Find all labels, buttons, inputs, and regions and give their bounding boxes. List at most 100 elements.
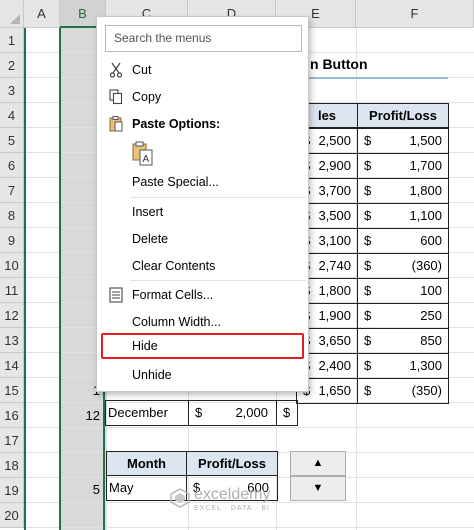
- cell-d16[interactable]: $ 2,000: [188, 400, 277, 426]
- row-header-14[interactable]: 14: [0, 353, 24, 378]
- currency-symbol: $: [364, 183, 372, 198]
- row-header-10[interactable]: 10: [0, 253, 24, 278]
- sales-value: 3,650: [318, 333, 351, 348]
- paste-icon[interactable]: A: [131, 141, 155, 167]
- context-menu: Search the menus Cut Copy Paste Options:…: [96, 16, 309, 392]
- title-underline: [296, 77, 448, 79]
- row-header-5[interactable]: 5: [0, 128, 24, 153]
- profit-loss-value: 1,700: [409, 158, 442, 173]
- watermark-tagline: EXCEL · DATA · BI: [194, 505, 270, 512]
- watermark-logo-icon: [170, 488, 190, 508]
- row-header-15[interactable]: 15: [0, 378, 24, 403]
- sales-value: 1,900: [318, 308, 351, 323]
- row-header-7[interactable]: 7: [0, 178, 24, 203]
- lookup-profit-loss-header: Profit/Loss: [186, 451, 278, 476]
- profit-loss-value: 1,500: [409, 133, 442, 148]
- lookup-month-header: Month: [106, 451, 187, 476]
- format-cells-icon: [107, 282, 125, 312]
- menu-item-cut-label: Cut: [132, 63, 152, 77]
- menu-item-copy[interactable]: Copy: [97, 84, 308, 110]
- profit-loss-cell[interactable]: $ (360): [357, 253, 449, 279]
- profit-loss-cell[interactable]: $1,500: [357, 128, 449, 154]
- row-header-17[interactable]: 17: [0, 428, 24, 453]
- sales-value: 2,500: [318, 133, 351, 148]
- menu-separator: [130, 280, 306, 281]
- profit-loss-value: 850: [420, 333, 442, 348]
- row-header-9[interactable]: 9: [0, 228, 24, 253]
- profit-loss-value: 1,100: [409, 208, 442, 223]
- currency-symbol: $: [364, 333, 372, 348]
- currency-symbol: $: [364, 383, 372, 398]
- profit-loss-cell[interactable]: $1,800: [357, 178, 449, 204]
- cell-d16-value: 2,000: [235, 405, 268, 420]
- copy-icon: [107, 84, 125, 114]
- currency-symbol: $: [364, 233, 372, 248]
- currency-symbol: $: [364, 208, 372, 223]
- profit-loss-value: 600: [420, 233, 442, 248]
- column-header-f[interactable]: F: [356, 0, 474, 28]
- profit-loss-cell[interactable]: $1,100: [357, 203, 449, 229]
- menu-item-paste-special-label: Paste Special...: [132, 175, 219, 189]
- spin-up-button[interactable]: ▲: [290, 451, 346, 476]
- menu-item-clear-contents[interactable]: Clear Contents: [97, 253, 308, 279]
- menu-item-hide[interactable]: Hide: [97, 333, 308, 359]
- row-header-1[interactable]: 1: [0, 28, 24, 53]
- cell-e16[interactable]: $: [276, 400, 298, 426]
- menu-item-column-width[interactable]: Column Width...: [97, 309, 308, 335]
- sales-value: 2,900: [318, 158, 351, 173]
- menu-item-format-cells[interactable]: Format Cells...: [97, 282, 308, 308]
- svg-text:A: A: [143, 154, 150, 165]
- row-header-3[interactable]: 3: [0, 78, 24, 103]
- clipboard-icon: [107, 111, 125, 141]
- menu-item-unhide[interactable]: Unhide: [97, 362, 308, 388]
- sales-value: 2,400: [318, 358, 351, 373]
- currency-symbol: $: [364, 308, 372, 323]
- profit-loss-cell[interactable]: $ (350): [357, 378, 449, 404]
- sheet-title: n Button: [310, 56, 368, 72]
- scissors-icon: [107, 57, 125, 87]
- paste-options-heading: Paste Options:: [97, 111, 308, 137]
- sales-value: 1,800: [318, 283, 351, 298]
- select-all-corner[interactable]: [0, 0, 24, 28]
- row-header-6[interactable]: 6: [0, 153, 24, 178]
- profit-loss-value: (350): [411, 383, 442, 398]
- menu-item-copy-label: Copy: [132, 90, 162, 104]
- row-header-11[interactable]: 11: [0, 278, 24, 303]
- row-header-4[interactable]: 4: [0, 103, 24, 128]
- profit-loss-value: 100: [420, 283, 442, 298]
- sales-value: 3,100: [318, 233, 351, 248]
- sales-value: 3,700: [318, 183, 351, 198]
- menu-search-input[interactable]: Search the menus: [105, 25, 302, 52]
- row-header-13[interactable]: 13: [0, 328, 24, 353]
- currency-symbol: $: [364, 258, 372, 273]
- row-header-2[interactable]: 2: [0, 53, 24, 78]
- currency-symbol: $: [364, 358, 372, 373]
- cell-c16[interactable]: December: [105, 400, 189, 426]
- profit-loss-cell[interactable]: $100: [357, 278, 449, 304]
- profit-loss-value: 1,800: [409, 183, 442, 198]
- currency-symbol: $: [364, 283, 372, 298]
- currency-symbol: $: [283, 405, 291, 420]
- row-header-18[interactable]: 18: [0, 453, 24, 478]
- row-header-20[interactable]: 20: [0, 503, 24, 528]
- menu-item-column-width-label: Column Width...: [132, 315, 221, 329]
- profit-loss-value: (360): [411, 258, 442, 273]
- profit-loss-value: 1,300: [409, 358, 442, 373]
- currency-symbol: $: [364, 133, 372, 148]
- profit-loss-cell[interactable]: $850: [357, 328, 449, 354]
- profit-loss-cell[interactable]: $1,700: [357, 153, 449, 179]
- row-header-8[interactable]: 8: [0, 203, 24, 228]
- menu-item-paste-special[interactable]: Paste Special...: [97, 169, 308, 195]
- menu-item-cut[interactable]: Cut: [97, 57, 308, 83]
- menu-item-insert[interactable]: Insert: [97, 199, 308, 225]
- column-header-a[interactable]: A: [24, 0, 60, 28]
- profit-loss-cell[interactable]: $250: [357, 303, 449, 329]
- profit-loss-cell[interactable]: $600: [357, 228, 449, 254]
- row-header-19[interactable]: 19: [0, 478, 24, 503]
- profit-loss-value: 250: [420, 308, 442, 323]
- menu-item-delete[interactable]: Delete: [97, 226, 308, 252]
- row-header-12[interactable]: 12: [0, 303, 24, 328]
- paste-options-label: Paste Options:: [132, 117, 221, 131]
- profit-loss-cell[interactable]: $1,300: [357, 353, 449, 379]
- row-header-16[interactable]: 16: [0, 403, 24, 428]
